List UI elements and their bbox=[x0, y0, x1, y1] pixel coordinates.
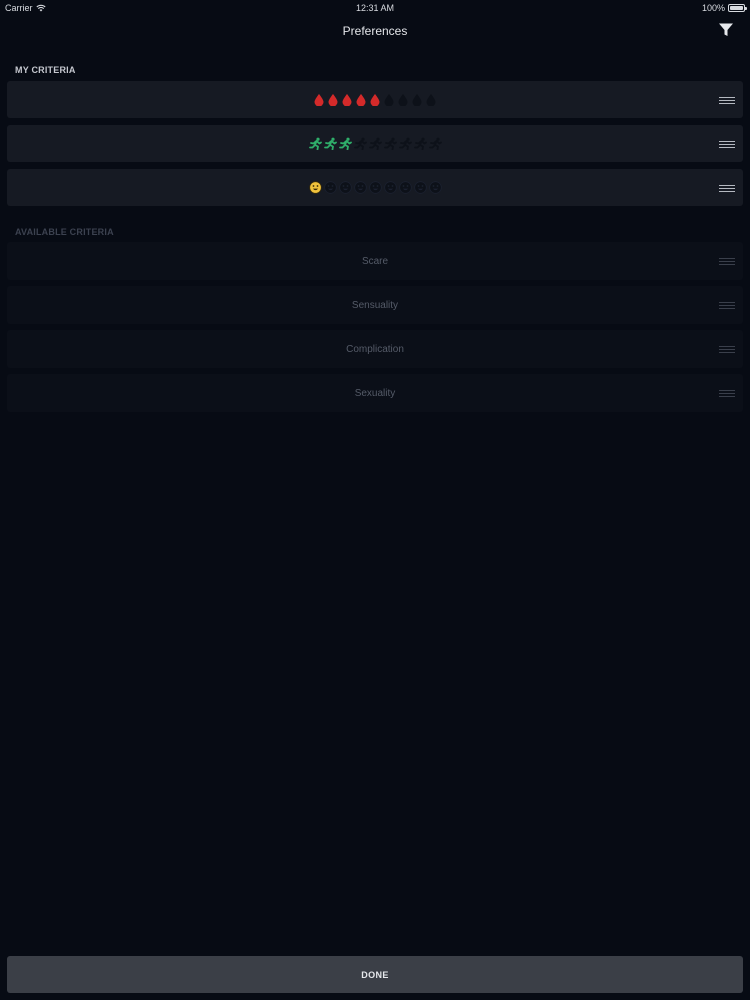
blood-drop-icon[interactable] bbox=[341, 93, 353, 106]
blood-rating[interactable] bbox=[313, 93, 437, 106]
available-item[interactable]: Scare bbox=[7, 242, 743, 280]
blood-drop-icon[interactable] bbox=[369, 93, 381, 106]
available-item[interactable]: Complication bbox=[7, 330, 743, 368]
battery-icon bbox=[728, 4, 747, 12]
blood-drop-icon[interactable] bbox=[383, 93, 395, 106]
runner-icon[interactable] bbox=[338, 137, 352, 150]
smiley-face-icon[interactable] bbox=[383, 181, 397, 194]
smiley-face-icon[interactable] bbox=[353, 181, 367, 194]
runner-icon[interactable] bbox=[368, 137, 382, 150]
criteria-row-humor[interactable] bbox=[7, 169, 743, 206]
reorder-handle-icon[interactable] bbox=[719, 96, 735, 104]
reorder-handle-icon[interactable] bbox=[719, 184, 735, 192]
smiley-face-icon[interactable] bbox=[368, 181, 382, 194]
runner-icon[interactable] bbox=[353, 137, 367, 150]
smiley-face-icon[interactable] bbox=[323, 181, 337, 194]
available-item-label: Sexuality bbox=[354, 387, 396, 399]
criteria-row-blood[interactable] bbox=[7, 81, 743, 118]
reorder-handle-icon[interactable] bbox=[719, 140, 735, 148]
smiley-face-icon[interactable] bbox=[413, 181, 427, 194]
blood-drop-icon[interactable] bbox=[425, 93, 437, 106]
runner-icon[interactable] bbox=[398, 137, 412, 150]
filter-icon bbox=[719, 23, 733, 36]
status-time: 12:31 AM bbox=[355, 3, 395, 13]
blood-drop-icon[interactable] bbox=[355, 93, 367, 106]
reorder-handle-icon[interactable] bbox=[719, 346, 735, 353]
available-item-label: Complication bbox=[346, 343, 404, 355]
runner-icon[interactable] bbox=[323, 137, 337, 150]
smiley-face-icon[interactable] bbox=[428, 181, 442, 194]
criteria-row-action[interactable] bbox=[7, 125, 743, 162]
available-item-label: Sensuality bbox=[351, 299, 399, 311]
blood-drop-icon[interactable] bbox=[411, 93, 423, 106]
page-title: Preferences bbox=[342, 24, 408, 38]
blood-drop-icon[interactable] bbox=[327, 93, 339, 106]
available-item[interactable]: Sexuality bbox=[7, 374, 743, 412]
action-rating[interactable] bbox=[308, 137, 442, 150]
blood-drop-icon[interactable] bbox=[313, 93, 325, 106]
available-criteria-header: AVAILABLE CRITERIA bbox=[15, 227, 114, 237]
available-item[interactable]: Sensuality bbox=[7, 286, 743, 324]
smiley-face-icon[interactable] bbox=[308, 181, 322, 194]
reorder-handle-icon[interactable] bbox=[719, 258, 735, 265]
runner-icon[interactable] bbox=[383, 137, 397, 150]
battery-indicator: 100% bbox=[701, 3, 747, 13]
status-bar: Carrier 12:31 AM 100% bbox=[0, 0, 750, 16]
humor-rating[interactable] bbox=[308, 181, 442, 194]
runner-icon[interactable] bbox=[413, 137, 427, 150]
battery-percent: 100% bbox=[701, 3, 725, 13]
available-item-label: Scare bbox=[361, 255, 389, 267]
reorder-handle-icon[interactable] bbox=[719, 302, 735, 309]
runner-icon[interactable] bbox=[308, 137, 322, 150]
smiley-face-icon[interactable] bbox=[398, 181, 412, 194]
reorder-handle-icon[interactable] bbox=[719, 390, 735, 397]
runner-icon[interactable] bbox=[428, 137, 442, 150]
done-button[interactable]: DONE bbox=[7, 956, 743, 993]
filter-button[interactable] bbox=[718, 22, 734, 38]
smiley-face-icon[interactable] bbox=[338, 181, 352, 194]
my-criteria-header: MY CRITERIA bbox=[15, 65, 76, 75]
blood-drop-icon[interactable] bbox=[397, 93, 409, 106]
